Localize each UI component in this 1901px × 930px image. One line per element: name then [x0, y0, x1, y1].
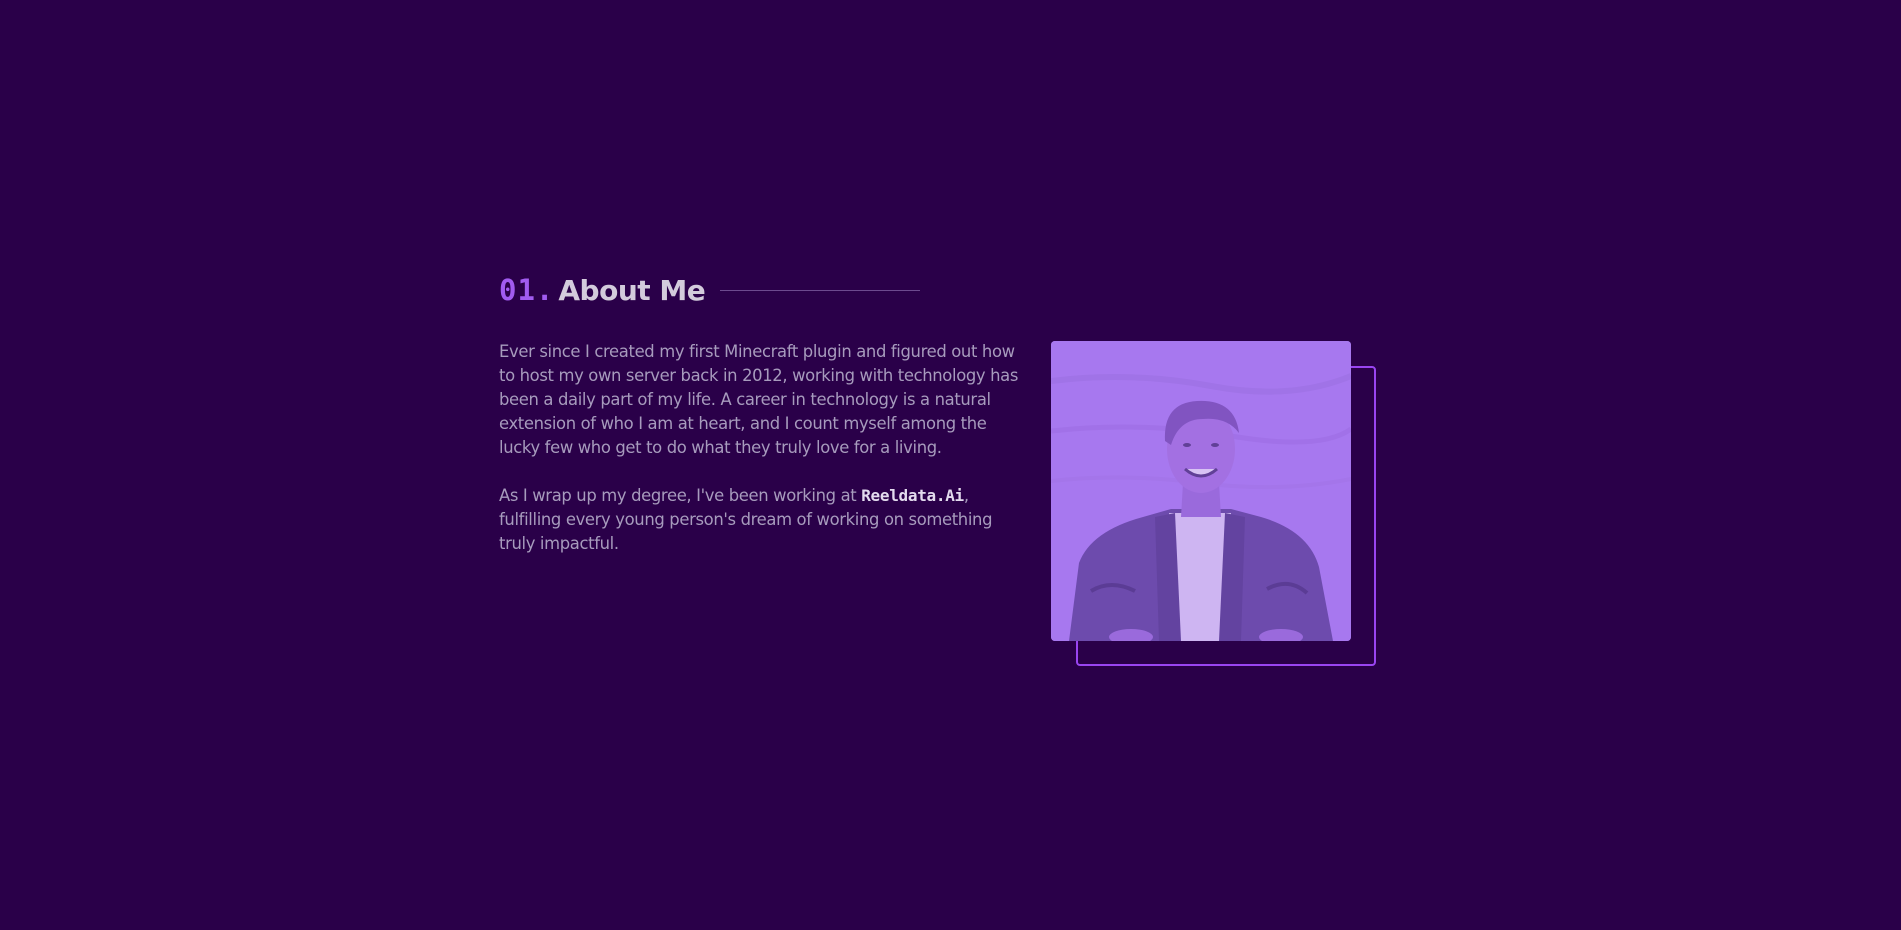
bio-paragraph-2-text: As I wrap up my degree, I've been workin… — [499, 486, 862, 505]
section-number: 01. — [499, 273, 555, 307]
company-name: Reeldata.Ai — [861, 486, 964, 505]
bio-paragraph-2: As I wrap up my degree, I've been workin… — [499, 484, 1029, 556]
section-title: About Me — [558, 273, 706, 307]
profile-photo-image — [1051, 341, 1351, 641]
profile-photo[interactable] — [1051, 341, 1351, 641]
about-section: 01. About Me Ever since I created my fir… — [499, 272, 1379, 672]
about-bio: Ever since I created my first Minecraft … — [499, 340, 1029, 580]
heading-divider — [720, 289, 921, 291]
section-heading: 01. About Me — [499, 272, 1379, 308]
bio-paragraph-1: Ever since I created my first Minecraft … — [499, 342, 1019, 457]
